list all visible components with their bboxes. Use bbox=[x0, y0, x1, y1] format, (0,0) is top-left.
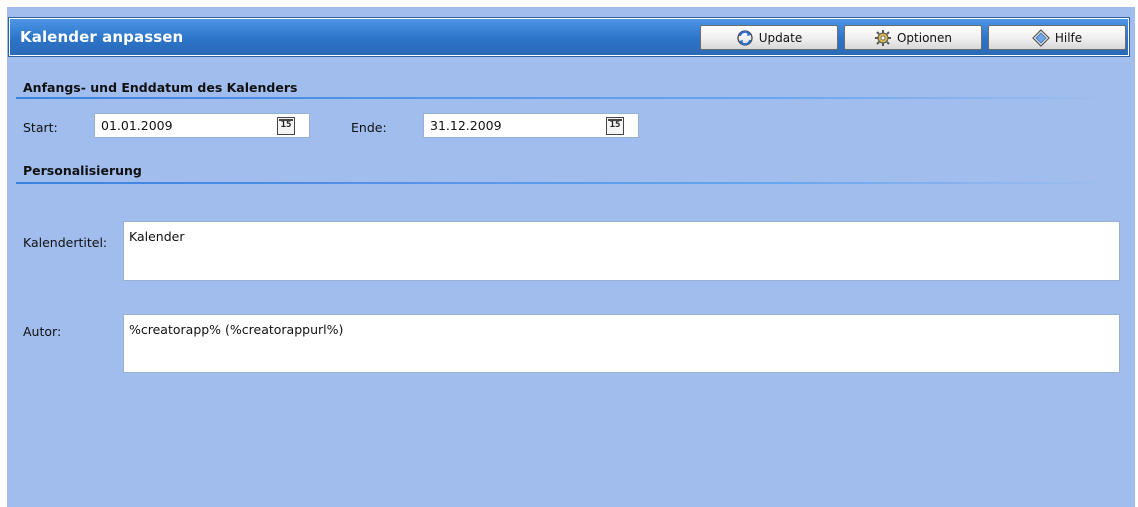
end-calendar-icon[interactable]: 15 bbox=[606, 117, 624, 135]
titlebar-bar: Kalender anpassen Update Optionen Hilfe bbox=[8, 17, 1130, 57]
options-icon bbox=[874, 29, 892, 47]
titlebar: Kalender anpassen Update Optionen Hilfe bbox=[7, 7, 1135, 63]
start-calendar-icon[interactable]: 15 bbox=[277, 117, 295, 135]
calendar-title-field[interactable]: Kalender bbox=[123, 221, 1120, 281]
author-field[interactable]: %creatorapp% (%creatorappurl%) bbox=[123, 314, 1120, 373]
author-label: Autor: bbox=[23, 324, 62, 339]
update-button[interactable]: Update bbox=[700, 25, 838, 50]
options-button-label: Optionen bbox=[896, 30, 953, 45]
personal-section-title: Personalisierung bbox=[23, 163, 142, 178]
end-label: Ende: bbox=[351, 120, 387, 135]
calendar-title-label: Kalendertitel: bbox=[23, 235, 108, 250]
dates-section-title: Anfangs- und Enddatum des Kalenders bbox=[23, 80, 298, 95]
dates-section-divider bbox=[16, 97, 1110, 99]
options-button[interactable]: Optionen bbox=[844, 25, 982, 50]
personal-section-divider bbox=[16, 182, 1110, 184]
window-title: Kalender anpassen bbox=[20, 28, 184, 46]
start-label: Start: bbox=[23, 120, 58, 135]
calendar-settings-window: Kalender anpassen Update Optionen Hilfe … bbox=[7, 7, 1135, 507]
help-button[interactable]: Hilfe bbox=[988, 25, 1126, 50]
help-button-label: Hilfe bbox=[1054, 30, 1083, 45]
help-icon bbox=[1031, 28, 1050, 47]
update-icon bbox=[736, 29, 754, 47]
update-button-label: Update bbox=[758, 30, 803, 45]
